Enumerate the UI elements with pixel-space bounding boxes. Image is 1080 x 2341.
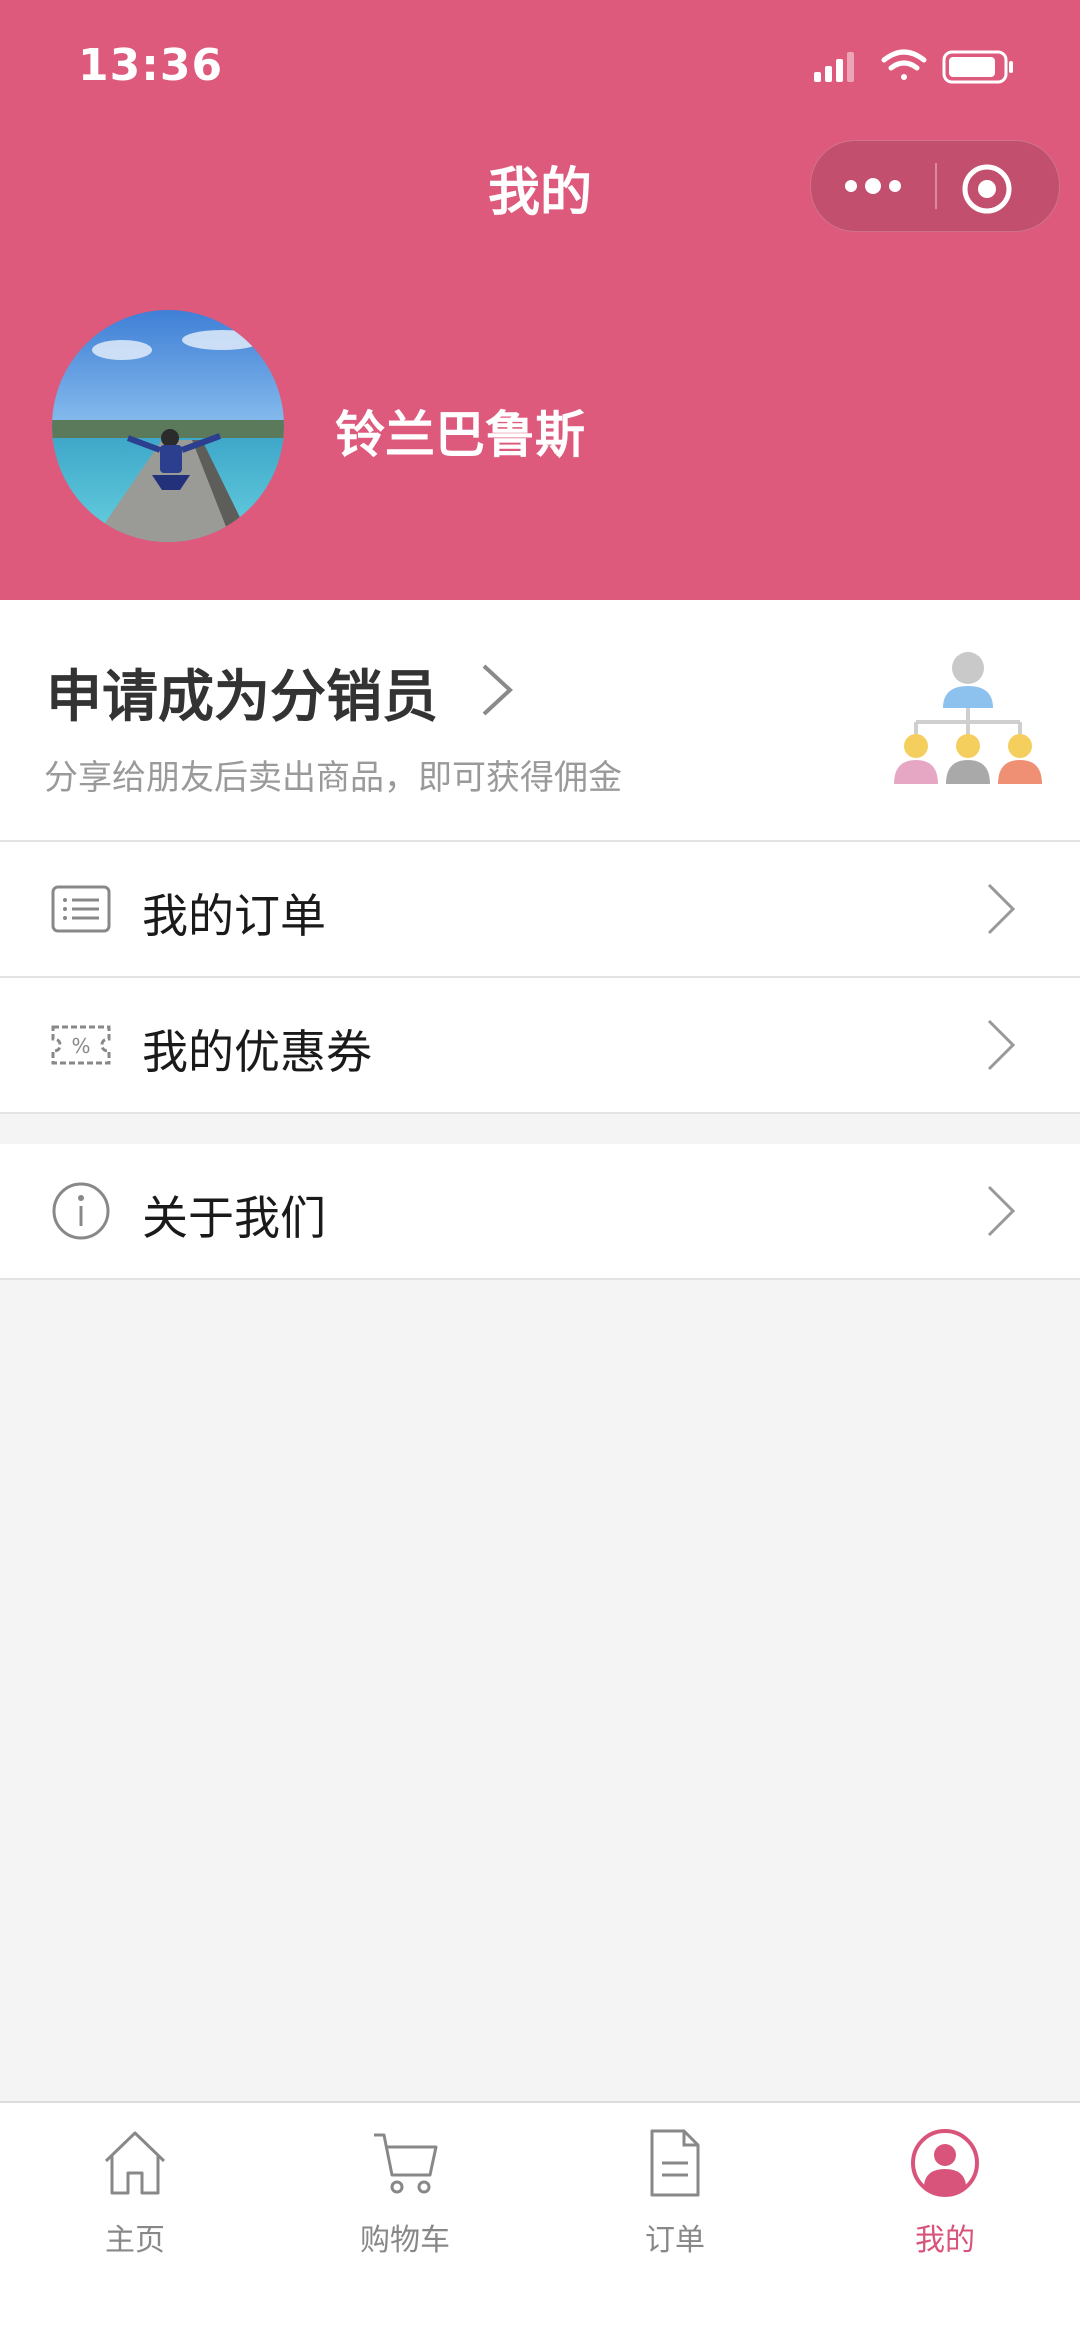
tab-label-home: 主页 <box>105 2223 165 2258</box>
avatar[interactable] <box>52 310 284 542</box>
menu-label-orders: 我的订单 <box>142 889 326 943</box>
chevron-right-icon <box>987 1019 1016 1071</box>
avatar-photo <box>52 310 284 542</box>
menu-label-about: 关于我们 <box>142 1191 326 1245</box>
battery-icon <box>942 50 1013 84</box>
tab-cart[interactable]: 购物车 <box>270 2103 540 2341</box>
team-hierarchy-icon <box>894 652 1042 784</box>
user-icon <box>911 2129 979 2197</box>
distributor-title: 申请成为分销员 <box>46 665 438 730</box>
menu-item-about[interactable]: 关于我们 <box>0 1144 1080 1280</box>
more-icon[interactable] <box>843 165 903 207</box>
menu-group-primary: 我的订单 % 我的优惠券 <box>0 842 1080 1114</box>
menu-item-coupons[interactable]: % 我的优惠券 <box>0 978 1080 1114</box>
tab-orders[interactable]: 订单 <box>540 2103 810 2341</box>
svg-text:%: % <box>71 1034 90 1058</box>
menu-item-orders[interactable]: 我的订单 <box>0 842 1080 978</box>
miniprogram-capsule <box>810 140 1060 232</box>
chevron-right-icon <box>482 664 513 716</box>
tab-label-orders: 订单 <box>645 2223 705 2258</box>
status-icons <box>814 49 1013 84</box>
distributor-subtitle: 分享给朋友后卖出商品，即可获得佣金 <box>44 758 622 798</box>
info-icon <box>52 1182 110 1240</box>
status-time: 13:36 <box>78 40 224 91</box>
signal-icon <box>814 52 854 82</box>
profile-header: 13:36 我的 铃兰巴鲁斯 <box>0 0 1080 600</box>
username: 铃兰巴鲁斯 <box>335 406 585 464</box>
tab-bar: 主页 购物车 订单 我的 <box>0 2101 1080 2341</box>
coupon-icon: % <box>51 1025 111 1065</box>
wifi-icon <box>881 49 927 80</box>
close-miniprogram-icon[interactable] <box>959 161 1015 217</box>
menu-group-secondary: 关于我们 <box>0 1144 1080 1280</box>
tab-mine[interactable]: 我的 <box>810 2103 1080 2341</box>
chevron-right-icon <box>987 883 1016 935</box>
chevron-right-icon <box>987 1185 1016 1237</box>
document-icon <box>650 2129 700 2197</box>
cart-icon <box>374 2133 438 2194</box>
capsule-divider <box>935 163 937 209</box>
list-icon <box>51 885 111 933</box>
tab-label-mine: 我的 <box>915 2223 975 2258</box>
tab-home[interactable]: 主页 <box>0 2103 270 2341</box>
tab-label-cart: 购物车 <box>360 2223 450 2258</box>
menu-label-coupons: 我的优惠券 <box>142 1025 372 1079</box>
home-icon <box>104 2131 166 2195</box>
